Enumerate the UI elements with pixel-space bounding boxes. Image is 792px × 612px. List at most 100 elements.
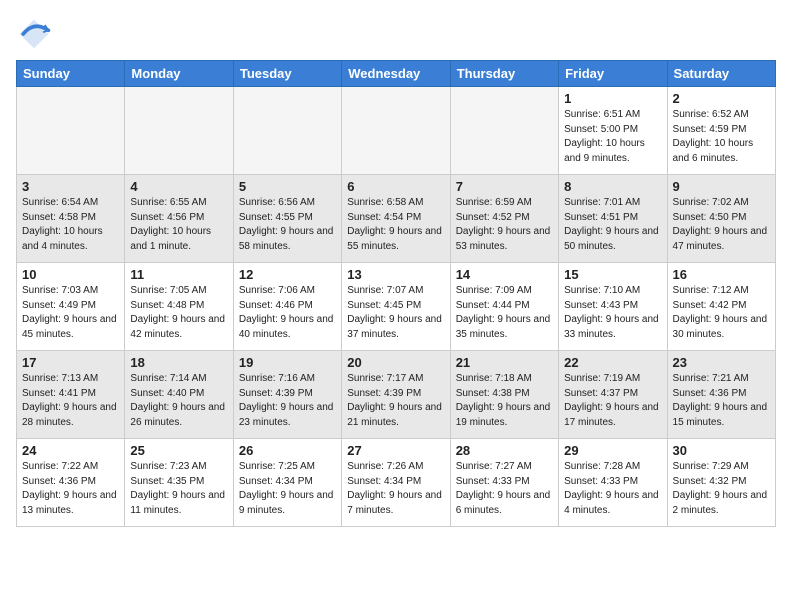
day-number: 21 [456,355,553,370]
calendar-cell [342,87,450,175]
day-info: Sunrise: 7:12 AM Sunset: 4:42 PM Dayligh… [673,284,770,342]
day-info: Sunrise: 6:52 AM Sunset: 4:59 PM Dayligh… [673,108,770,166]
calendar-cell: 19Sunrise: 7:16 AM Sunset: 4:39 PM Dayli… [233,351,341,439]
day-info: Sunrise: 6:59 AM Sunset: 4:52 PM Dayligh… [456,196,553,254]
calendar-cell [450,87,558,175]
calendar-week-5: 24 Sunrise: 7:22 AM Sunset: 4:36 PM Dayli… [17,439,776,527]
day-number: 12 [239,267,336,282]
weekday-header-wednesday: Wednesday [342,61,450,87]
day-number: 28 [456,443,553,458]
day-number: 9 [673,179,770,194]
weekday-header-tuesday: Tuesday [233,61,341,87]
calendar-cell: 27 Sunrise: 7:26 AM Sunset: 4:34 PM Dayli… [342,439,450,527]
day-number: 16 [673,267,770,282]
calendar-header: SundayMondayTuesdayWednesdayThursdayFrid… [17,61,776,87]
day-number: 8 [564,179,661,194]
day-number: 5 [239,179,336,194]
day-info: Sunrise: 7:27 AM Sunset: 4:33 PM Dayligh… [456,460,553,518]
calendar-week-4: 17 Sunrise: 7:13 AM Sunset: 4:41 PM Dayli… [17,351,776,439]
calendar-cell: 13 Sunrise: 7:07 AM Sunset: 4:45 PM Dayli… [342,263,450,351]
day-number: 17 [22,355,119,370]
day-number: 14 [456,267,553,282]
calendar-cell: 28 Sunrise: 7:27 AM Sunset: 4:33 PM Dayli… [450,439,558,527]
calendar-cell [233,87,341,175]
day-info: Sunrise: 7:21 AM Sunset: 4:36 PM Dayligh… [673,372,770,430]
day-number: 20 [347,355,444,370]
page-header [16,16,776,52]
calendar-cell: 1 Sunrise: 6:51 AM Sunset: 5:00 PM Daylig… [559,87,667,175]
calendar-cell: 6 Sunrise: 6:58 AM Sunset: 4:54 PM Daylig… [342,175,450,263]
day-info: Sunrise: 7:13 AM Sunset: 4:41 PM Dayligh… [22,372,119,430]
calendar-week-2: 3 Sunrise: 6:54 AM Sunset: 4:58 PM Daylig… [17,175,776,263]
calendar-cell: 30 Sunrise: 7:29 AM Sunset: 4:32 PM Dayli… [667,439,775,527]
calendar-week-1: 1 Sunrise: 6:51 AM Sunset: 5:00 PM Daylig… [17,87,776,175]
day-number: 22 [564,355,661,370]
calendar-cell: 7 Sunrise: 6:59 AM Sunset: 4:52 PM Daylig… [450,175,558,263]
day-number: 7 [456,179,553,194]
day-number: 4 [130,179,227,194]
calendar-cell [125,87,233,175]
calendar-cell: 24 Sunrise: 7:22 AM Sunset: 4:36 PM Dayli… [17,439,125,527]
day-info: Sunrise: 7:29 AM Sunset: 4:32 PM Dayligh… [673,460,770,518]
day-info: Sunrise: 7:16 AM Sunset: 4:39 PM Dayligh… [239,372,336,430]
day-number: 11 [130,267,227,282]
day-number: 10 [22,267,119,282]
day-info: Sunrise: 7:18 AM Sunset: 4:38 PM Dayligh… [456,372,553,430]
day-number: 30 [673,443,770,458]
calendar-cell: 10 Sunrise: 7:03 AM Sunset: 4:49 PM Dayli… [17,263,125,351]
day-info: Sunrise: 7:09 AM Sunset: 4:44 PM Dayligh… [456,284,553,342]
day-info: Sunrise: 7:26 AM Sunset: 4:34 PM Dayligh… [347,460,444,518]
day-info: Sunrise: 7:23 AM Sunset: 4:35 PM Dayligh… [130,460,227,518]
day-info: Sunrise: 6:51 AM Sunset: 5:00 PM Dayligh… [564,108,661,166]
calendar-cell: 23Sunrise: 7:21 AM Sunset: 4:36 PM Dayli… [667,351,775,439]
calendar-cell: 16 Sunrise: 7:12 AM Sunset: 4:42 PM Dayli… [667,263,775,351]
calendar-cell: 15 Sunrise: 7:10 AM Sunset: 4:43 PM Dayli… [559,263,667,351]
weekday-header-monday: Monday [125,61,233,87]
calendar-cell: 8 Sunrise: 7:01 AM Sunset: 4:51 PM Daylig… [559,175,667,263]
day-info: Sunrise: 7:07 AM Sunset: 4:45 PM Dayligh… [347,284,444,342]
calendar-cell: 29 Sunrise: 7:28 AM Sunset: 4:33 PM Dayli… [559,439,667,527]
day-info: Sunrise: 6:56 AM Sunset: 4:55 PM Dayligh… [239,196,336,254]
calendar-cell: 4 Sunrise: 6:55 AM Sunset: 4:56 PM Daylig… [125,175,233,263]
calendar-cell: 14 Sunrise: 7:09 AM Sunset: 4:44 PM Dayli… [450,263,558,351]
day-number: 24 [22,443,119,458]
day-info: Sunrise: 7:01 AM Sunset: 4:51 PM Dayligh… [564,196,661,254]
calendar-cell: 2 Sunrise: 6:52 AM Sunset: 4:59 PM Daylig… [667,87,775,175]
day-info: Sunrise: 7:02 AM Sunset: 4:50 PM Dayligh… [673,196,770,254]
calendar-cell: 18Sunrise: 7:14 AM Sunset: 4:40 PM Dayli… [125,351,233,439]
calendar-cell: 12Sunrise: 7:06 AM Sunset: 4:46 PM Dayli… [233,263,341,351]
day-number: 15 [564,267,661,282]
day-info: Sunrise: 6:55 AM Sunset: 4:56 PM Dayligh… [130,196,227,254]
calendar-cell: 17 Sunrise: 7:13 AM Sunset: 4:41 PM Dayli… [17,351,125,439]
day-info: Sunrise: 7:03 AM Sunset: 4:49 PM Dayligh… [22,284,119,342]
calendar-cell: 3 Sunrise: 6:54 AM Sunset: 4:58 PM Daylig… [17,175,125,263]
calendar-cell: 9 Sunrise: 7:02 AM Sunset: 4:50 PM Daylig… [667,175,775,263]
day-info: Sunrise: 6:58 AM Sunset: 4:54 PM Dayligh… [347,196,444,254]
day-number: 6 [347,179,444,194]
calendar-body: 1 Sunrise: 6:51 AM Sunset: 5:00 PM Daylig… [17,87,776,527]
calendar-week-3: 10 Sunrise: 7:03 AM Sunset: 4:49 PM Dayli… [17,263,776,351]
day-number: 13 [347,267,444,282]
day-number: 3 [22,179,119,194]
day-info: Sunrise: 7:17 AM Sunset: 4:39 PM Dayligh… [347,372,444,430]
day-info: Sunrise: 7:05 AM Sunset: 4:48 PM Dayligh… [130,284,227,342]
weekday-header-thursday: Thursday [450,61,558,87]
calendar-cell: 20 Sunrise: 7:17 AM Sunset: 4:39 PM Dayli… [342,351,450,439]
calendar-cell: 5 Sunrise: 6:56 AM Sunset: 4:55 PM Daylig… [233,175,341,263]
weekday-row: SundayMondayTuesdayWednesdayThursdayFrid… [17,61,776,87]
calendar-cell: 22Sunrise: 7:19 AM Sunset: 4:37 PM Dayli… [559,351,667,439]
day-info: Sunrise: 7:22 AM Sunset: 4:36 PM Dayligh… [22,460,119,518]
logo-icon [16,16,52,52]
logo [16,16,58,52]
day-number: 29 [564,443,661,458]
day-info: Sunrise: 7:28 AM Sunset: 4:33 PM Dayligh… [564,460,661,518]
day-number: 25 [130,443,227,458]
day-info: Sunrise: 7:10 AM Sunset: 4:43 PM Dayligh… [564,284,661,342]
calendar-table: SundayMondayTuesdayWednesdayThursdayFrid… [16,60,776,527]
day-number: 27 [347,443,444,458]
day-number: 2 [673,91,770,106]
day-info: Sunrise: 6:54 AM Sunset: 4:58 PM Dayligh… [22,196,119,254]
calendar-cell: 26Sunrise: 7:25 AM Sunset: 4:34 PM Dayli… [233,439,341,527]
weekday-header-saturday: Saturday [667,61,775,87]
day-number: 1 [564,91,661,106]
